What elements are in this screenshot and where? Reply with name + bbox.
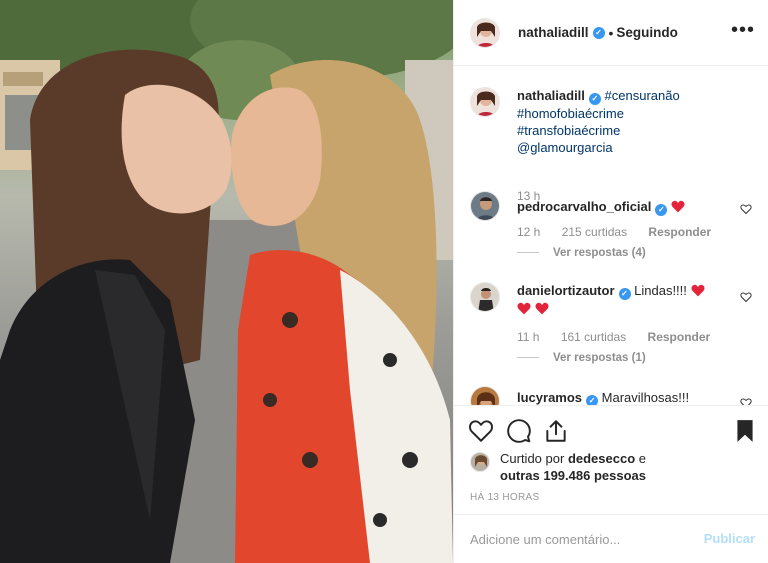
comment-username[interactable]: lucyramos: [517, 390, 582, 405]
liked-by-prefix: Curtido por: [500, 451, 565, 466]
comment-text: lucyramos ✓ Maravilhosas!!!: [517, 389, 747, 405]
hashtag-link[interactable]: #homofobiaécrime: [517, 106, 624, 121]
red-heart-emoji-icon: [517, 302, 531, 315]
replies-divider: [517, 357, 539, 359]
reply-button[interactable]: Responder: [648, 330, 711, 344]
likes-text: Curtido por dedesecco e outras 199.486 p…: [500, 450, 646, 484]
hashtag-link[interactable]: #transfobiaécrime: [517, 123, 620, 138]
comment-username[interactable]: danielortizautor: [517, 283, 615, 298]
publish-button[interactable]: Publicar: [704, 531, 755, 546]
post-photo-illustration: [0, 0, 453, 563]
caption-username[interactable]: nathaliadill: [517, 88, 585, 103]
view-replies-button[interactable]: Ver respostas (4): [517, 247, 646, 259]
post-timestamp[interactable]: HÁ 13 HORAS: [470, 492, 539, 503]
like-heart-icon[interactable]: [468, 418, 494, 444]
caption-avatar[interactable]: [470, 87, 500, 117]
comment-likes[interactable]: 161 curtidas: [561, 330, 626, 344]
caption-text: nathaliadill ✓ #censuranão #homofobiaécri…: [517, 87, 747, 156]
commenter-avatar[interactable]: [470, 191, 500, 221]
comment-time[interactable]: 11 h: [517, 330, 539, 344]
liker-avatar[interactable]: [470, 452, 490, 472]
likes-summary: Curtido por dedesecco e outras 199.486 p…: [470, 450, 646, 484]
comment-text: danielortizautor ✓ Lindas!!!!: [517, 282, 747, 317]
like-comment-heart-icon[interactable]: [740, 291, 752, 303]
comment-likes[interactable]: 215 curtidas: [562, 225, 627, 239]
verified-badge-icon: ✓: [588, 93, 601, 105]
like-comment-heart-icon[interactable]: [740, 397, 752, 405]
verified-badge-icon: ✓: [592, 26, 605, 39]
liked-by-user-link[interactable]: dedesecco: [568, 451, 635, 466]
add-comment-bar: Publicar: [454, 514, 768, 563]
comments-list[interactable]: nathaliadill ✓ #censuranão #homofobiaécri…: [454, 67, 768, 405]
reply-button[interactable]: Responder: [648, 225, 711, 239]
post-side-panel: nathaliadill ✓ • Seguindo ••• nathaliadi…: [453, 0, 768, 563]
verified-badge-icon: ✓: [586, 395, 599, 405]
red-heart-emoji-icon: [691, 284, 705, 297]
comment-meta: 12 h 215 curtidas Responder: [517, 225, 729, 239]
post-photo[interactable]: [0, 0, 453, 563]
view-replies-text[interactable]: Ver respostas (1): [553, 352, 646, 364]
verified-badge-icon: ✓: [618, 288, 631, 300]
comment-message: Maravilhosas!!!: [601, 390, 690, 405]
comment-username[interactable]: pedrocarvalho_oficial: [517, 199, 651, 214]
mention-link[interactable]: @glamourgarcia: [517, 140, 613, 155]
bookmark-icon[interactable]: [732, 418, 758, 444]
comment-bubble-icon[interactable]: [506, 418, 532, 444]
comment-meta: 11 h 161 curtidas Responder: [517, 330, 728, 344]
author-avatar[interactable]: [470, 17, 500, 48]
post-actions: Curtido por dedesecco e outras 199.486 p…: [454, 405, 768, 517]
author-username[interactable]: nathaliadill: [518, 25, 589, 40]
follow-status-button[interactable]: Seguindo: [616, 25, 678, 40]
verified-badge-icon: ✓: [655, 204, 668, 216]
share-icon[interactable]: [543, 418, 569, 444]
liked-by-connector: e: [638, 451, 646, 466]
comment-message: Lindas!!!!: [634, 283, 687, 298]
post-header: nathaliadill ✓ • Seguindo •••: [454, 0, 768, 66]
red-heart-emoji-icon: [535, 302, 549, 315]
commenter-avatar[interactable]: [470, 282, 500, 312]
hashtag-link[interactable]: #censuranão: [605, 88, 680, 103]
replies-divider: [517, 252, 539, 254]
comment-text: pedrocarvalho_oficial ✓: [517, 198, 747, 216]
view-replies-button[interactable]: Ver respostas (1): [517, 352, 646, 364]
red-heart-emoji-icon: [671, 200, 685, 213]
more-options-icon[interactable]: •••: [731, 20, 755, 40]
liked-by-others-link[interactable]: outras 199.486 pessoas: [500, 468, 646, 483]
comment-input[interactable]: [470, 527, 690, 551]
like-comment-heart-icon[interactable]: [740, 203, 752, 215]
commenter-avatar[interactable]: [470, 386, 500, 405]
header-separator: •: [608, 24, 614, 41]
view-replies-text[interactable]: Ver respostas (4): [553, 247, 646, 259]
comment-time[interactable]: 12 h: [517, 225, 540, 239]
